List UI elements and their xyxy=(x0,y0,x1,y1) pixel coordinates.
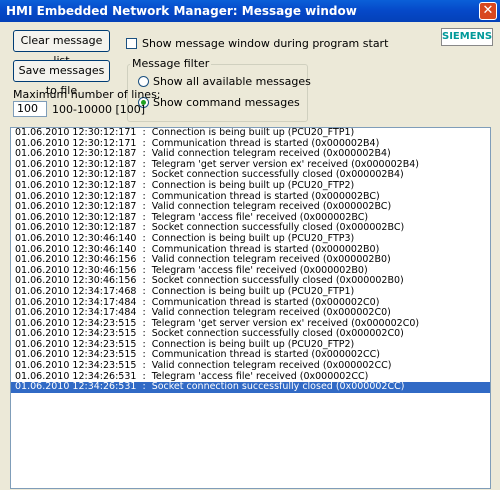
message-filter-caption: Message filter xyxy=(130,57,212,70)
siemens-logo: SIEMENS xyxy=(441,28,493,46)
message-row[interactable]: 01.06.2010 12:34:17:468 : Connection is … xyxy=(11,286,490,298)
max-lines-input[interactable]: 100 xyxy=(13,101,47,117)
message-window: HMI Embedded Network Manager: Message wi… xyxy=(0,0,500,490)
show-on-start-checkbox[interactable] xyxy=(126,38,137,49)
message-row[interactable]: 01.06.2010 12:30:12:171 : Connection is … xyxy=(11,128,490,139)
clear-message-list-button[interactable]: Clear message list xyxy=(13,30,110,67)
title-bar[interactable]: HMI Embedded Network Manager: Message wi… xyxy=(0,0,500,22)
message-list[interactable]: 01.06.2010 12:30:12:171 : Connection is … xyxy=(10,127,491,489)
show-command-label: Show command messages xyxy=(153,96,300,109)
close-button[interactable]: ✕ xyxy=(479,2,497,20)
message-row[interactable]: 01.06.2010 12:30:12:187 : Connection is … xyxy=(11,180,490,192)
close-icon: ✕ xyxy=(482,3,494,18)
message-row[interactable]: 01.06.2010 12:34:26:531 : Socket connect… xyxy=(11,382,490,393)
show-on-start-label: Show message window during program start xyxy=(142,37,389,50)
show-all-radio[interactable] xyxy=(138,76,149,87)
window-title: HMI Embedded Network Manager: Message wi… xyxy=(6,4,357,18)
save-messages-button[interactable]: Save messages to file xyxy=(13,60,110,97)
show-all-label: Show all available messages xyxy=(153,75,311,88)
message-row[interactable]: 01.06.2010 12:30:46:140 : Connection is … xyxy=(11,233,490,245)
max-lines-range: 100-10000 [100] xyxy=(52,103,146,116)
max-lines-label: Maximum number of lines: xyxy=(13,88,161,101)
